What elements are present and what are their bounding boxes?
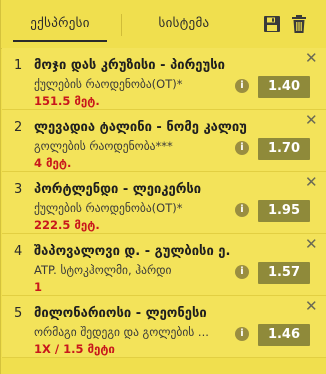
bet-item: 4 შაპოვალოვი დ. - გულბისი ე. ATP. სტოკჰო… — [2, 234, 326, 296]
info-icon[interactable]: i — [235, 327, 249, 341]
bet-line: 1X / 1.5 მეტი — [34, 342, 115, 356]
bet-number: 1 — [14, 58, 23, 73]
bet-line: 222.5 მეტ. — [34, 218, 100, 232]
info-icon[interactable]: i — [235, 265, 249, 279]
bet-line: 4 მეტ. — [34, 156, 72, 170]
bet-market: ქულების რაოდენობა(OT)* — [34, 201, 183, 215]
save-icon[interactable] — [263, 14, 281, 34]
close-icon[interactable]: ✕ — [305, 237, 318, 252]
odds-button[interactable]: 1.70 — [258, 138, 310, 160]
bet-item: 2 ლევადია ტალინი - ნომე კალიუ გოლების რა… — [2, 110, 326, 172]
betslip-panel: ექსპრესი სისტემა 1 მოჯი დას კრუზისი - პი… — [0, 0, 326, 374]
close-icon[interactable]: ✕ — [305, 51, 318, 66]
odds-button[interactable]: 1.46 — [258, 324, 310, 346]
bet-line: 151.5 მეტ. — [34, 94, 100, 108]
info-icon[interactable]: i — [235, 141, 249, 155]
bet-number: 2 — [14, 120, 23, 135]
tab-divider — [121, 14, 122, 36]
bet-market: ATP. სტოკჰოლმი, ჰარდი — [34, 263, 172, 277]
bet-market: ორმაგი შედეგი და გოლების ... — [34, 325, 209, 339]
bet-item: 1 მოჯი დას კრუზისი - პირეუსი ქულების რაო… — [2, 48, 326, 110]
bet-market: ქულების რაოდენობა(OT)* — [34, 77, 183, 91]
bet-number: 3 — [14, 182, 23, 197]
info-icon[interactable]: i — [235, 79, 249, 93]
info-icon[interactable]: i — [235, 203, 249, 217]
bet-item: 5 მილონარიოსი - ლეონესი ორმაგი შედეგი და… — [2, 296, 326, 358]
bet-match-title: ლევადია ტალინი - ნომე კალიუ — [34, 120, 247, 135]
bet-match-title: პორტლენდი - ლეიკერსი — [34, 182, 202, 197]
bet-number: 5 — [14, 306, 23, 321]
trash-icon[interactable] — [290, 14, 308, 34]
odds-button[interactable]: 1.57 — [258, 262, 310, 284]
bet-market: გოლების რაოდენობა*** — [34, 139, 173, 153]
bet-match-title: შაპოვალოვი დ. - გულბისი ე. — [34, 244, 231, 259]
odds-button[interactable]: 1.95 — [258, 200, 310, 222]
bet-number: 4 — [14, 244, 23, 259]
close-icon[interactable]: ✕ — [305, 299, 318, 314]
tab-express[interactable]: ექსპრესი — [13, 0, 107, 48]
odds-button[interactable]: 1.40 — [258, 76, 310, 98]
bet-match-title: მილონარიოსი - ლეონესი — [34, 306, 207, 321]
bet-match-title: მოჯი დას კრუზისი - პირეუსი — [34, 58, 225, 73]
bet-line: 1 — [34, 280, 43, 294]
close-icon[interactable]: ✕ — [305, 113, 318, 128]
bet-item: 3 პორტლენდი - ლეიკერსი ქულების რაოდენობა… — [2, 172, 326, 234]
betslip-tabbar: ექსპრესი სისტემა — [1, 0, 326, 49]
tab-system[interactable]: სისტემა — [140, 0, 228, 48]
close-icon[interactable]: ✕ — [305, 175, 318, 190]
